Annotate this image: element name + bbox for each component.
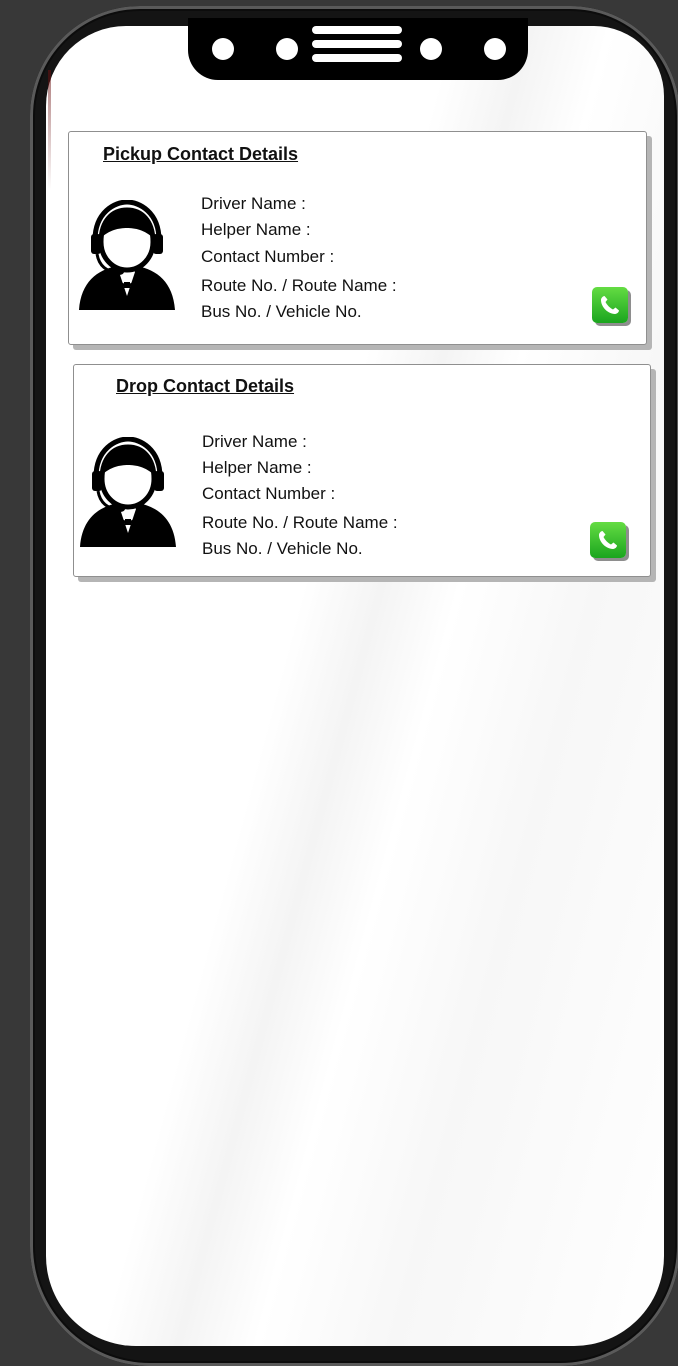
helper-name-label: Helper Name : [201, 220, 311, 239]
driver-headset-icon [79, 200, 175, 310]
contact-number-label: Contact Number : [202, 484, 336, 503]
route-label: Route No. / Route Name : [201, 276, 397, 295]
notch-speaker-bar [312, 40, 402, 48]
notch-speaker-bar [312, 26, 402, 34]
vehicle-number-label: Bus No. / Vehicle No. [202, 539, 363, 558]
pickup-card-title: Pickup Contact Details [103, 144, 299, 164]
notch-speaker-bar [312, 54, 402, 62]
pickup-call-button[interactable] [592, 287, 628, 323]
drop-contact-card: Drop Contact Details Driver Name : Helpe… [73, 364, 651, 577]
screen-edge-highlight [48, 70, 51, 190]
contact-number-label: Contact Number : [201, 247, 335, 266]
helper-name-label: Helper Name : [202, 458, 312, 477]
drop-card-title: Drop Contact Details [116, 376, 295, 396]
notch-camera-dot [212, 38, 234, 60]
phone-notch [188, 18, 528, 80]
notch-sensor-dot [420, 38, 442, 60]
driver-name-label: Driver Name : [201, 194, 306, 213]
pickup-contact-card: Pickup Contact Details Driver Name : Hel… [68, 131, 647, 345]
driver-headset-icon [80, 437, 176, 547]
vehicle-number-label: Bus No. / Vehicle No. [201, 302, 362, 321]
route-label: Route No. / Route Name : [202, 513, 398, 532]
notch-sensor-dot [276, 38, 298, 60]
drop-call-button[interactable] [590, 522, 626, 558]
notch-camera-dot [484, 38, 506, 60]
driver-name-label: Driver Name : [202, 432, 307, 451]
phone-call-icon [601, 296, 619, 314]
phone-call-icon [599, 531, 617, 549]
